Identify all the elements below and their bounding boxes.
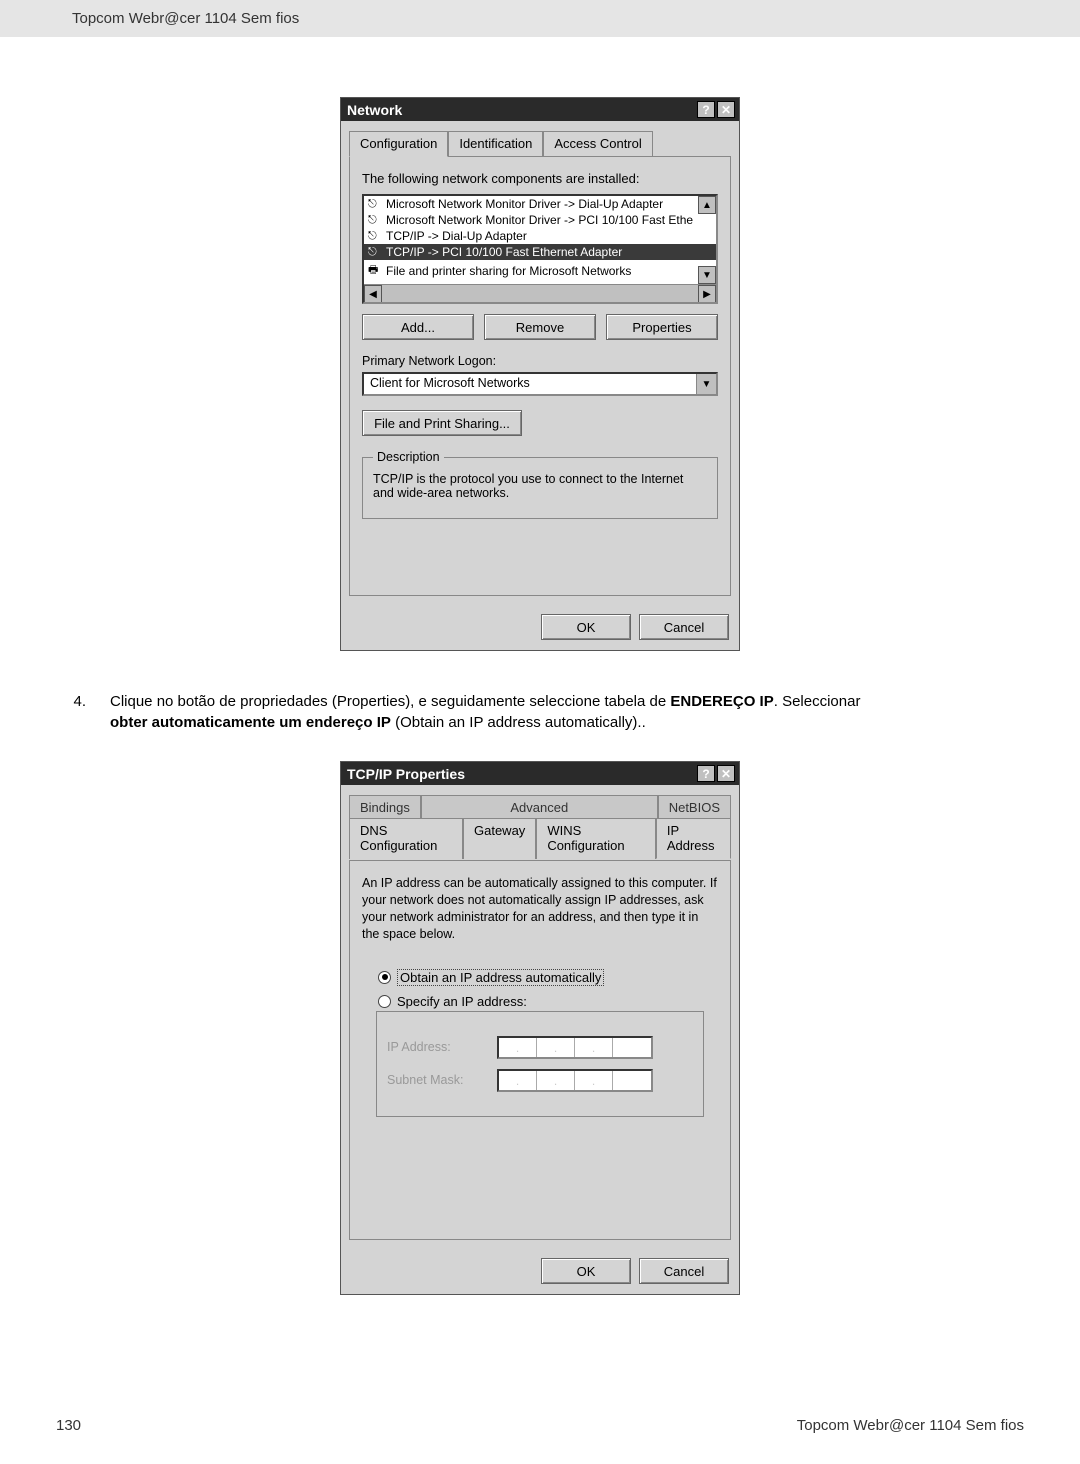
list-item[interactable]: 🖶File and printer sharing for Microsoft …: [364, 260, 716, 281]
chevron-down-icon[interactable]: ▼: [696, 374, 716, 394]
list-item[interactable]: ⎋Microsoft Network Monitor Driver -> Dia…: [364, 196, 716, 212]
service-icon: 🖶: [368, 261, 382, 280]
tab-access-control[interactable]: Access Control: [543, 131, 652, 157]
installed-components-label: The following network components are ins…: [362, 171, 718, 186]
close-icon[interactable]: ✕: [717, 101, 735, 118]
page-number: 130: [56, 1417, 81, 1434]
list-item[interactable]: ⎋Microsoft Network Monitor Driver -> PCI…: [364, 212, 716, 228]
description-group: Description TCP/IP is the protocol you u…: [362, 450, 718, 519]
protocol-icon: ⎋: [368, 198, 382, 211]
radio-icon: [378, 971, 391, 984]
help-icon[interactable]: ?: [697, 101, 715, 118]
tab-bindings[interactable]: Bindings: [349, 795, 421, 820]
tcpip-titlebar: TCP/IP Properties ? ✕: [341, 762, 739, 785]
description-legend: Description: [373, 450, 444, 464]
primary-logon-label: Primary Network Logon:: [362, 354, 718, 368]
scroll-left-icon[interactable]: ◀: [364, 285, 382, 303]
file-print-sharing-button[interactable]: File and Print Sharing...: [362, 410, 522, 436]
primary-logon-value: Client for Microsoft Networks: [364, 374, 696, 394]
radio-specify[interactable]: Specify an IP address:: [378, 994, 718, 1009]
radio-specify-label: Specify an IP address:: [397, 994, 527, 1009]
list-item[interactable]: ⎋TCP/IP -> Dial-Up Adapter: [364, 228, 716, 244]
primary-logon-dropdown[interactable]: Client for Microsoft Networks ▼: [362, 372, 718, 396]
add-button[interactable]: Add...: [362, 314, 474, 340]
tab-configuration[interactable]: Configuration: [349, 131, 448, 157]
radio-obtain-label: Obtain an IP address automatically: [397, 969, 604, 986]
cancel-button[interactable]: Cancel: [639, 1258, 729, 1284]
scroll-down-icon[interactable]: ▼: [698, 266, 716, 284]
scroll-up-icon[interactable]: ▲: [698, 196, 716, 214]
specify-ip-group: IP Address: ... Subnet Mask: ...: [376, 1011, 704, 1117]
subnet-mask-label: Subnet Mask:: [387, 1073, 483, 1087]
components-listbox[interactable]: ⎋Microsoft Network Monitor Driver -> Dia…: [362, 194, 718, 304]
tab-dns[interactable]: DNS Configuration: [349, 818, 463, 859]
remove-button[interactable]: Remove: [484, 314, 596, 340]
step-number: 4.: [56, 691, 86, 733]
ip-address-input[interactable]: ...: [497, 1036, 653, 1059]
tab-wins[interactable]: WINS Configuration: [536, 818, 656, 859]
network-title: Network: [347, 102, 402, 118]
radio-icon: [378, 995, 391, 1008]
ip-address-label: IP Address:: [387, 1040, 483, 1054]
step-text: Clique no botão de propriedades (Propert…: [110, 691, 1024, 733]
ok-button[interactable]: OK: [541, 1258, 631, 1284]
close-icon[interactable]: ✕: [717, 765, 735, 782]
tab-identification[interactable]: Identification: [448, 131, 543, 157]
tab-advanced[interactable]: Advanced: [421, 795, 658, 820]
page-header: Topcom Webr@cer 1104 Sem fios: [0, 0, 1080, 37]
network-titlebar: Network ? ✕: [341, 98, 739, 121]
tab-gateway[interactable]: Gateway: [463, 818, 536, 859]
horizontal-scrollbar[interactable]: ◀ ▶: [364, 284, 716, 302]
tab-netbios[interactable]: NetBIOS: [658, 795, 731, 820]
footer-title: Topcom Webr@cer 1104 Sem fios: [797, 1417, 1024, 1434]
protocol-icon: ⎋: [368, 214, 382, 227]
subnet-mask-input[interactable]: ...: [497, 1069, 653, 1092]
help-icon[interactable]: ?: [697, 765, 715, 782]
network-dialog: Network ? ✕ Configuration Identification…: [340, 97, 740, 651]
protocol-icon: ⎋: [368, 230, 382, 243]
cancel-button[interactable]: Cancel: [639, 614, 729, 640]
list-item-selected[interactable]: ⎋TCP/IP -> PCI 10/100 Fast Ethernet Adap…: [364, 244, 716, 260]
scroll-right-icon[interactable]: ▶: [698, 285, 716, 303]
protocol-icon: ⎋: [368, 246, 382, 259]
radio-obtain-auto[interactable]: Obtain an IP address automatically: [378, 969, 718, 986]
tab-ip-address[interactable]: IP Address: [656, 818, 731, 859]
step-instruction: 4. Clique no botão de propriedades (Prop…: [56, 691, 1024, 733]
header-title: Topcom Webr@cer 1104 Sem fios: [72, 10, 299, 27]
description-text: TCP/IP is the protocol you use to connec…: [373, 472, 683, 500]
ok-button[interactable]: OK: [541, 614, 631, 640]
page-footer: 130 Topcom Webr@cer 1104 Sem fios: [0, 1417, 1080, 1434]
tcpip-title: TCP/IP Properties: [347, 766, 465, 782]
ip-panel-text: An IP address can be automatically assig…: [362, 875, 718, 943]
properties-button[interactable]: Properties: [606, 314, 718, 340]
tcpip-dialog: TCP/IP Properties ? ✕ Bindings Advanced …: [340, 761, 740, 1295]
